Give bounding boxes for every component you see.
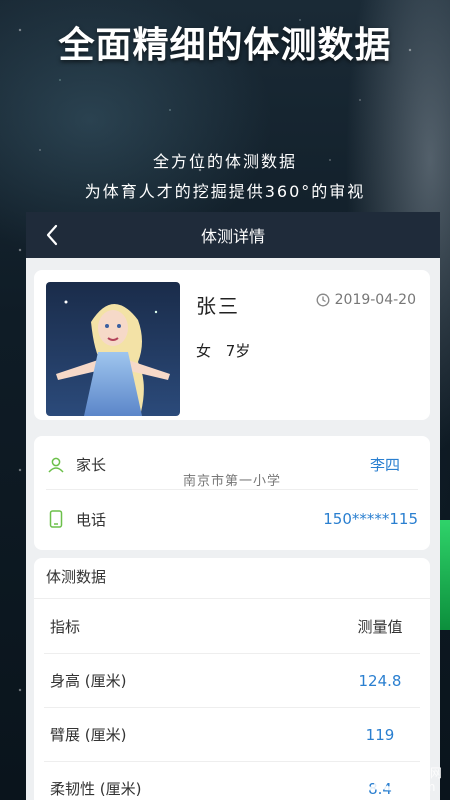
phone-icon (46, 509, 66, 529)
row-metric: 臂展 (厘米) (50, 726, 127, 744)
row-value: 124.8 (358, 671, 402, 690)
back-button[interactable] (40, 222, 64, 248)
promo-headline: 全面精细的体测数据 (58, 25, 392, 66)
clock-icon (316, 293, 330, 307)
phone-row: 电话 150*****115 (46, 494, 418, 544)
phone-label: 电话 (76, 510, 107, 529)
table-header-row: 指标 测量值 (44, 600, 420, 654)
site-watermark: 2265 手游网 .com (317, 760, 442, 798)
table-row: 身高 (厘米) 124.8 (44, 654, 420, 708)
page-title: 体测详情 (200, 227, 265, 246)
student-name: 张三 (196, 294, 240, 318)
header-metric: 指标 (50, 618, 81, 636)
test-date: 2019-04-20 (316, 292, 416, 308)
profile-card: 张三 2019-04-20 女 7岁 (34, 270, 430, 420)
header-value: 测量值 (357, 618, 403, 636)
promo-subline-2: 为体育人才的挖掘提供360°的审视 (84, 182, 366, 201)
phone-screen: 体测详情 张三 2019-04-20 女 7岁 家长 李四 南京市第一小学 电话… (26, 212, 440, 800)
promo-subline-1: 全方位的体测数据 (152, 152, 297, 171)
chevron-left-icon (46, 224, 58, 246)
contact-card: 家长 李四 南京市第一小学 电话 150*****115 (34, 436, 430, 550)
watermark-text-1: 手游网 (405, 766, 442, 780)
row-value: 119 (365, 725, 395, 744)
table-row: 臂展 (厘米) 119 (44, 708, 420, 762)
fitness-caption: 体测数据 (46, 568, 107, 586)
student-age: 7岁 (225, 342, 251, 360)
nav-bar: 体测详情 (26, 212, 440, 258)
student-gender: 女 (196, 342, 212, 360)
test-date-text: 2019-04-20 (334, 292, 416, 308)
phone-value[interactable]: 150*****115 (323, 510, 418, 528)
avatar (46, 282, 180, 416)
avatar-illustration (46, 282, 180, 416)
row-metric: 柔韧性 (厘米) (50, 780, 142, 798)
watermark-text-2: .com (405, 780, 436, 794)
student-info: 女 7岁 (196, 340, 260, 361)
watermark-number: 2265 (316, 760, 403, 798)
divider (34, 598, 430, 599)
school-name: 南京市第一小学 (182, 474, 281, 489)
watermark-text: 手游网 .com (406, 766, 442, 798)
row-metric: 身高 (厘米) (50, 672, 127, 690)
